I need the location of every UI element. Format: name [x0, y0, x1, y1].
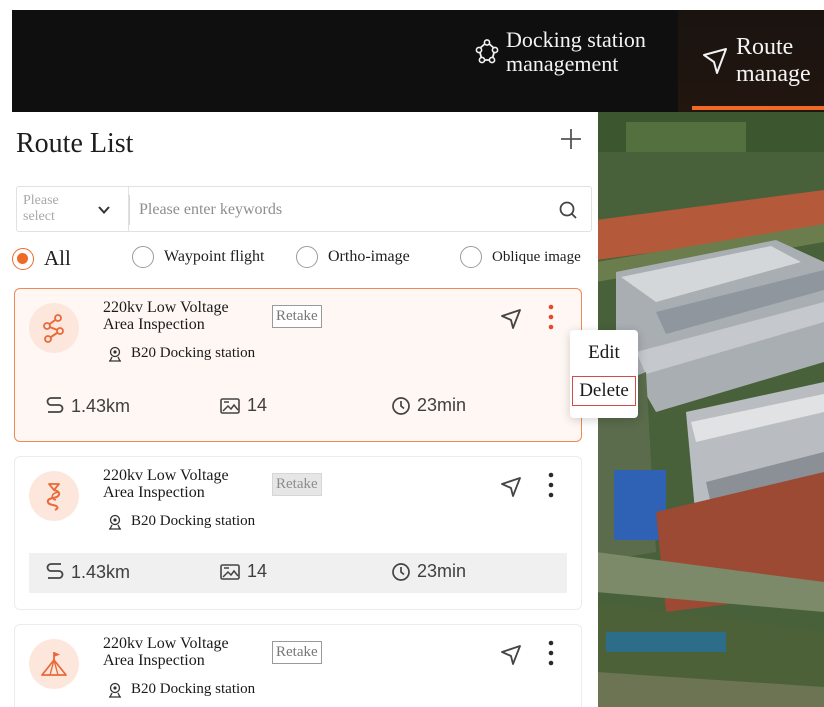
radio-ortho-indicator: [296, 246, 318, 268]
route-navigation-icon: [703, 48, 727, 74]
radio-ortho-label: Ortho-image: [328, 248, 410, 265]
photo-icon: [220, 563, 240, 580]
clock-icon: [392, 562, 410, 581]
docking-station-icon: [475, 39, 499, 64]
search-divider: [129, 195, 130, 225]
send-route-icon[interactable]: [499, 643, 523, 667]
route-duration: 23min: [391, 561, 466, 582]
oblique-route-icon: [41, 652, 67, 676]
add-route-button[interactable]: [558, 126, 584, 152]
route-photo-count: 14: [219, 561, 267, 582]
docking-station-small-icon: [109, 346, 121, 362]
nav-docking-label-line2: management: [506, 51, 619, 76]
search-box: [128, 186, 592, 232]
radio-all-indicator: [12, 247, 34, 270]
route-stats-row: 1.43km 14 23min: [29, 553, 567, 593]
route-title-line2: Area Inspection: [103, 484, 205, 501]
route-card[interactable]: 220kv Low Voltage Area Inspection Retake…: [14, 624, 582, 707]
nav-route-management[interactable]: Route manage: [678, 10, 824, 112]
docking-station-small-icon: [109, 682, 121, 698]
radio-ortho-image[interactable]: Ortho-image: [296, 246, 410, 268]
route-type-select[interactable]: Please select: [16, 186, 128, 232]
docking-station-label: B20 Docking station: [131, 345, 256, 361]
route-title-line2: Area Inspection: [103, 316, 205, 333]
ortho-route-icon: [46, 483, 61, 511]
radio-oblique-image[interactable]: Oblique image: [460, 246, 581, 268]
route-card[interactable]: 220kv Low Voltage Area Inspection Retake…: [14, 288, 582, 442]
more-options-icon[interactable]: [543, 303, 559, 331]
send-route-icon[interactable]: [499, 475, 523, 499]
distance-icon: [46, 563, 64, 579]
route-photo-count: 14: [219, 395, 267, 416]
radio-oblique-label: Oblique image: [492, 248, 581, 265]
send-route-icon[interactable]: [499, 307, 523, 331]
route-title-line1: 220kv Low Voltage: [103, 635, 229, 652]
more-options-icon[interactable]: [543, 639, 559, 667]
route-title: 220kv Low Voltage Area Inspection: [103, 299, 273, 333]
edit-menu-item[interactable]: Edit: [570, 342, 638, 364]
radio-waypoint-flight[interactable]: Waypoint flight: [132, 246, 264, 268]
page-title: Route List: [16, 128, 134, 159]
route-title-line2: Area Inspection: [103, 652, 205, 669]
photo-icon: [220, 397, 240, 414]
route-distance: 1.43km: [45, 395, 130, 417]
route-duration-value: 23min: [417, 561, 467, 581]
radio-all[interactable]: All: [12, 246, 71, 271]
search-icon[interactable]: [557, 199, 579, 221]
route-title: 220kv Low Voltage Area Inspection: [103, 467, 273, 501]
docking-station-row: B20 Docking station: [107, 513, 255, 530]
nav-docking-label: Docking station management: [506, 28, 646, 76]
docking-station-row: B20 Docking station: [107, 345, 255, 362]
nav-docking-station-management[interactable]: Docking station management: [474, 28, 646, 76]
route-duration: 23min: [391, 395, 466, 416]
retake-badge[interactable]: Retake: [272, 641, 322, 664]
active-tab-indicator: [692, 106, 824, 110]
waypoint-route-icon: [43, 314, 64, 343]
route-photo-count-value: 14: [247, 561, 268, 581]
route-stats-row: 1.43km 14 23min: [29, 387, 567, 427]
retake-badge[interactable]: Retake: [272, 473, 322, 496]
route-photo-count-value: 14: [247, 395, 268, 415]
nav-docking-label-line1: Docking station: [506, 27, 646, 52]
radio-waypoint-indicator: [132, 246, 154, 268]
radio-oblique-indicator: [460, 246, 482, 268]
distance-icon: [46, 397, 64, 413]
radio-waypoint-label: Waypoint flight: [164, 248, 265, 265]
route-distance-value: 1.43km: [71, 561, 131, 582]
route-actions-menu: Edit Delete: [570, 330, 638, 418]
search-input[interactable]: [139, 195, 539, 225]
docking-station-label: B20 Docking station: [131, 513, 256, 529]
route-distance-value: 1.43km: [71, 395, 131, 416]
route-title-line1: 220kv Low Voltage: [103, 467, 229, 484]
delete-menu-item[interactable]: Delete: [572, 376, 636, 406]
more-options-icon[interactable]: [543, 471, 559, 499]
route-distance: 1.43km: [45, 561, 130, 583]
docking-station-label: B20 Docking station: [131, 681, 256, 697]
chevron-down-icon: [98, 206, 110, 214]
card-type-badge: [29, 639, 79, 689]
route-duration-value: 23min: [417, 395, 467, 415]
select-placeholder-line1: Please: [23, 193, 59, 208]
select-placeholder: Please select: [23, 193, 79, 225]
retake-badge[interactable]: Retake: [272, 305, 322, 328]
route-card[interactable]: 220kv Low Voltage Area Inspection Retake…: [14, 456, 582, 610]
nav-route-label: Route manage: [736, 34, 811, 88]
nav-route-label-line2: manage: [736, 61, 811, 87]
route-list-panel: Route List Please select All Waypoint fl…: [12, 112, 598, 707]
docking-station-small-icon: [109, 514, 121, 530]
docking-station-row: B20 Docking station: [107, 681, 255, 698]
card-type-badge: [29, 303, 79, 353]
select-placeholder-line2: select: [23, 209, 55, 224]
radio-all-label: All: [44, 246, 71, 270]
card-type-badge: [29, 471, 79, 521]
top-navigation-bar: Docking station management Route manage: [12, 10, 824, 112]
route-title-line1: 220kv Low Voltage: [103, 299, 229, 316]
clock-icon: [392, 396, 410, 415]
route-title: 220kv Low Voltage Area Inspection: [103, 635, 273, 669]
nav-route-label-line1: Route: [736, 34, 794, 60]
